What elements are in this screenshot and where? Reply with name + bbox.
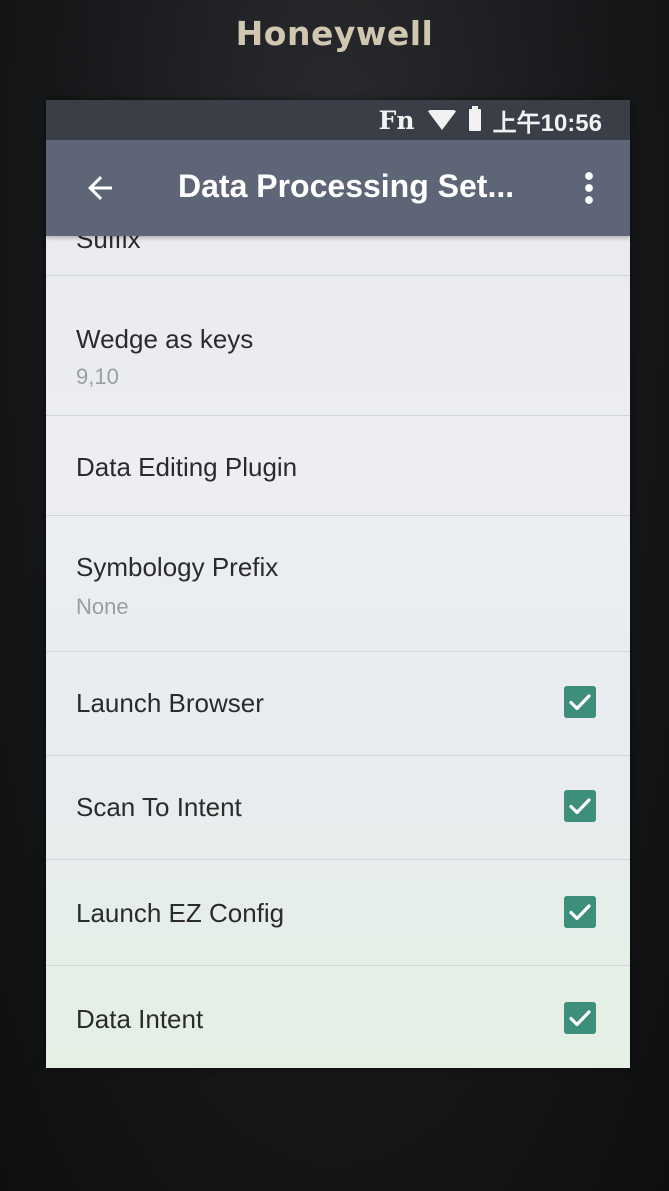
fn-indicator: Fn (378, 105, 415, 135)
list-item-launch-ez-config[interactable]: Launch EZ Config (46, 860, 630, 966)
device-frame: Honeywell Fn 上午10:56 Data Processing Set… (0, 0, 669, 1191)
checkbox-checked-icon[interactable] (564, 686, 596, 718)
status-bar: Fn 上午10:56 (46, 100, 630, 140)
page-title: Data Processing Set... (178, 168, 515, 204)
more-options-icon[interactable] (584, 170, 594, 206)
list-item-label: Data Intent (76, 1004, 204, 1034)
list-item-label: Suffix (76, 236, 141, 254)
list-item-label: Wedge as keys (76, 324, 254, 354)
list-item-wedge-as-keys[interactable]: Wedge as keys 9,10 (46, 276, 630, 416)
list-item-label: Data Editing Plugin (76, 452, 298, 482)
checkbox-checked-icon[interactable] (564, 790, 596, 822)
list-item-summary: 9,10 (76, 364, 119, 389)
screen: Fn 上午10:56 Data Processing Set... Suffix (46, 100, 630, 1068)
list-item-data-editing-plugin[interactable]: Data Editing Plugin (46, 416, 630, 516)
list-item-label: Launch Browser (76, 688, 264, 718)
list-item-label: Launch EZ Config (76, 898, 285, 928)
list-item-data-intent[interactable]: Data Intent (46, 966, 630, 1068)
list-item-suffix[interactable]: Suffix (46, 236, 630, 276)
list-item-launch-browser[interactable]: Launch Browser (46, 652, 630, 756)
app-bar: Data Processing Set... (46, 140, 630, 236)
status-icons: Fn 上午10:56 (378, 104, 602, 137)
battery-icon (468, 106, 481, 131)
list-item-label: Scan To Intent (76, 792, 242, 822)
back-arrow-icon[interactable] (82, 170, 118, 206)
list-item-label: Symbology Prefix (76, 552, 279, 582)
checkbox-checked-icon[interactable] (564, 1002, 596, 1034)
checkbox-checked-icon[interactable] (564, 896, 596, 928)
wifi-icon (426, 110, 457, 130)
settings-list: Suffix Wedge as keys 9,10 Data Editing P… (46, 236, 630, 1068)
list-item-summary: None (76, 594, 129, 619)
list-item-scan-to-intent[interactable]: Scan To Intent (46, 756, 630, 860)
clock: 上午10:56 (492, 109, 602, 137)
brand-logo: Honeywell (235, 14, 434, 53)
list-item-symbology-prefix[interactable]: Symbology Prefix None (46, 516, 630, 652)
